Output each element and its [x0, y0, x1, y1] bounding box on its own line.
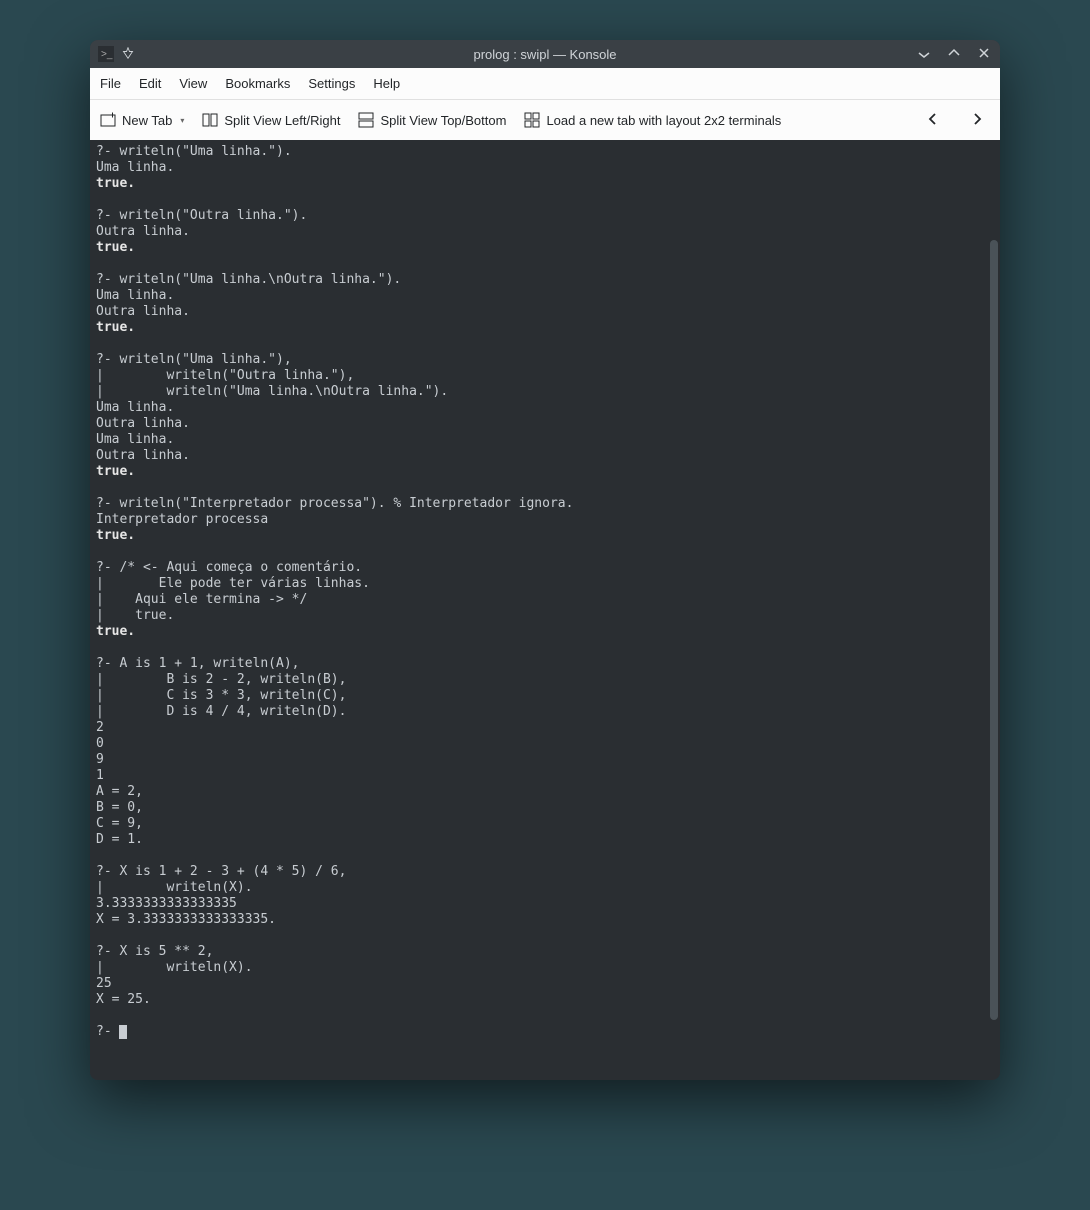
split-tb-label: Split View Top/Bottom: [380, 113, 506, 128]
terminal-line: ?- /* <- Aqui começa o comentário.: [96, 560, 994, 576]
terminal-line: | writeln("Outra linha."),: [96, 368, 994, 384]
nav-forward-button[interactable]: [964, 110, 990, 131]
terminal-line: [96, 544, 994, 560]
terminal-line: 2: [96, 720, 994, 736]
terminal-line: X = 25.: [96, 992, 994, 1008]
terminal-line: Uma linha.: [96, 288, 994, 304]
svg-text:>_: >_: [101, 49, 113, 60]
menu-edit[interactable]: Edit: [139, 76, 161, 91]
terminal-line: [96, 928, 994, 944]
cursor: [119, 1025, 127, 1039]
terminal-line: | true.: [96, 608, 994, 624]
split-top-bottom-button[interactable]: Split View Top/Bottom: [358, 112, 506, 128]
terminal-line: 3.3333333333333335: [96, 896, 994, 912]
terminal-line: | writeln("Uma linha.\nOutra linha.").: [96, 384, 994, 400]
split-left-right-button[interactable]: Split View Left/Right: [202, 112, 340, 128]
terminal-line: [96, 480, 994, 496]
terminal-line: | Ele pode ter várias linhas.: [96, 576, 994, 592]
terminal-line: 9: [96, 752, 994, 768]
titlebar-left: >_: [98, 46, 134, 62]
terminal-line: Outra linha.: [96, 448, 994, 464]
chevron-down-icon: ▾: [180, 116, 184, 125]
split-lr-icon: [202, 112, 218, 128]
nav-back-button[interactable]: [920, 110, 946, 131]
minimize-button[interactable]: [916, 46, 932, 63]
split-tb-icon: [358, 112, 374, 128]
terminal-line: | B is 2 - 2, writeln(B),: [96, 672, 994, 688]
terminal-line: ?- writeln("Outra linha.").: [96, 208, 994, 224]
maximize-button[interactable]: [946, 46, 962, 63]
menu-settings[interactable]: Settings: [308, 76, 355, 91]
terminal-line: Uma linha.: [96, 160, 994, 176]
terminal-line: A = 2,: [96, 784, 994, 800]
terminal-line: Outra linha.: [96, 304, 994, 320]
terminal-line: | D is 4 / 4, writeln(D).: [96, 704, 994, 720]
terminal-line: ?- writeln("Uma linha.").: [96, 144, 994, 160]
terminal-line: Outra linha.: [96, 416, 994, 432]
app-icon: >_: [98, 46, 114, 62]
titlebar[interactable]: >_ prolog : swipl — Konsole: [90, 40, 1000, 68]
menu-bookmarks[interactable]: Bookmarks: [225, 76, 290, 91]
menu-help[interactable]: Help: [373, 76, 400, 91]
terminal-line: | Aqui ele termina -> */: [96, 592, 994, 608]
terminal-area[interactable]: ?- writeln("Uma linha.").Uma linha.true.…: [90, 140, 1000, 1080]
terminal-line: ?- X is 1 + 2 - 3 + (4 * 5) / 6,: [96, 864, 994, 880]
terminal-line: | C is 3 * 3, writeln(C),: [96, 688, 994, 704]
terminal-line: ?- writeln("Uma linha."),: [96, 352, 994, 368]
terminal-line: true.: [96, 320, 994, 336]
terminal-line: true.: [96, 464, 994, 480]
terminal-line: Uma linha.: [96, 400, 994, 416]
terminal-line: X = 3.3333333333333335.: [96, 912, 994, 928]
terminal-line: [96, 640, 994, 656]
scrollbar[interactable]: [990, 240, 998, 1020]
toolbar: New Tab ▾ Split View Left/Right Split Vi…: [90, 100, 1000, 140]
terminal-line: 0: [96, 736, 994, 752]
terminal-line: ?- writeln("Interpretador processa"). % …: [96, 496, 994, 512]
terminal-line: true.: [96, 240, 994, 256]
terminal-line: C = 9,: [96, 816, 994, 832]
terminal-line: [96, 192, 994, 208]
terminal-line: true.: [96, 176, 994, 192]
prompt-text: ?-: [96, 1024, 119, 1039]
terminal-line: | writeln(X).: [96, 960, 994, 976]
pin-icon[interactable]: [122, 47, 134, 62]
terminal-line: Interpretador processa: [96, 512, 994, 528]
terminal-line: Outra linha.: [96, 224, 994, 240]
terminal-line: 1: [96, 768, 994, 784]
menu-file[interactable]: File: [100, 76, 121, 91]
window-title: prolog : swipl — Konsole: [473, 47, 616, 62]
split-lr-label: Split View Left/Right: [224, 113, 340, 128]
menu-view[interactable]: View: [179, 76, 207, 91]
terminal-line: [96, 1008, 994, 1024]
terminal-line: true.: [96, 624, 994, 640]
new-tab-button[interactable]: New Tab ▾: [100, 112, 184, 128]
terminal-line: [96, 848, 994, 864]
grid-icon: [524, 112, 540, 128]
load-layout-label: Load a new tab with layout 2x2 terminals: [546, 113, 781, 128]
new-tab-label: New Tab: [122, 113, 172, 128]
close-button[interactable]: [976, 46, 992, 63]
terminal-line: ?- X is 5 ** 2,: [96, 944, 994, 960]
terminal-line: ?- A is 1 + 1, writeln(A),: [96, 656, 994, 672]
terminal-line: true.: [96, 528, 994, 544]
terminal-line: [96, 336, 994, 352]
terminal-line: ?- writeln("Uma linha.\nOutra linha.").: [96, 272, 994, 288]
terminal-line: D = 1.: [96, 832, 994, 848]
terminal-line: [96, 256, 994, 272]
load-layout-button[interactable]: Load a new tab with layout 2x2 terminals: [524, 112, 781, 128]
window-controls: [916, 46, 992, 63]
konsole-window: >_ prolog : swipl — Konsole File Edit Vi…: [90, 40, 1000, 1080]
terminal-prompt[interactable]: ?-: [96, 1024, 994, 1040]
terminal-line: B = 0,: [96, 800, 994, 816]
new-tab-icon: [100, 112, 116, 128]
menubar: File Edit View Bookmarks Settings Help: [90, 68, 1000, 100]
terminal-line: 25: [96, 976, 994, 992]
terminal-line: | writeln(X).: [96, 880, 994, 896]
terminal-line: Uma linha.: [96, 432, 994, 448]
